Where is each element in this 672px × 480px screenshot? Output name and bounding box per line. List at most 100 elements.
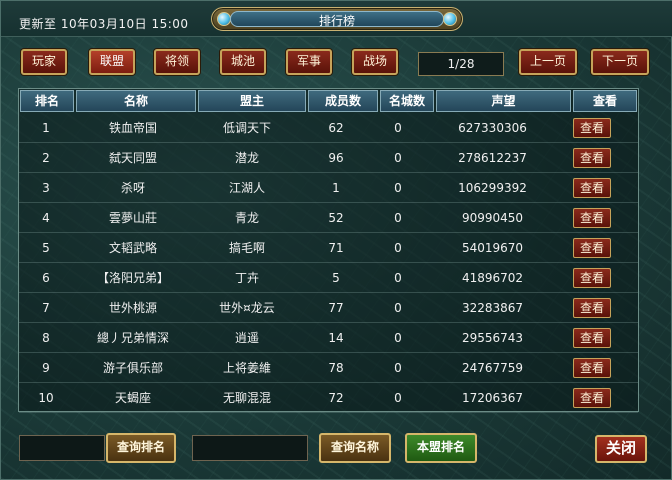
query-name-button[interactable]: 查询名称: [319, 433, 391, 463]
own-alliance-rank-button[interactable]: 本盟排名: [405, 433, 477, 463]
next-page-button[interactable]: 下一页: [591, 49, 649, 75]
cell-cities: 0: [394, 360, 402, 375]
view-button[interactable]: 查看: [573, 147, 611, 168]
cell-rank: 3: [42, 180, 50, 195]
tab-city[interactable]: 城池: [220, 49, 266, 75]
cell-name: 天蝎座: [114, 391, 151, 405]
cell-rank: 4: [42, 210, 50, 225]
view-button[interactable]: 查看: [573, 117, 611, 138]
cell-prestige: 278612237: [458, 150, 527, 165]
view-button[interactable]: 查看: [573, 177, 611, 198]
cell-name: 總丿兄弟情深: [96, 331, 169, 345]
view-button[interactable]: 查看: [573, 237, 611, 258]
cell-members: 77: [328, 300, 344, 315]
query-rank-button[interactable]: 查询排名: [106, 433, 176, 463]
table-body: 1 铁血帝国 低调天下 62 0 627330306 查看 2 弑天同盟 潜龙 96 0 2786122…: [19, 113, 638, 413]
col-header-leader: 盟主: [198, 90, 306, 112]
view-button[interactable]: 查看: [573, 267, 611, 288]
cell-name: 世外桃源: [108, 301, 157, 315]
table-row: 9 游子俱乐部 上将姜維 78 0 24767759 查看: [19, 353, 638, 383]
name-query-input[interactable]: [192, 435, 308, 461]
table-row: 7 世外桃源 世外¤龙云 77 0 32283867 查看: [19, 293, 638, 323]
cell-leader: 世外¤龙云: [219, 301, 275, 315]
cell-cities: 0: [394, 390, 402, 405]
cell-rank: 6: [42, 270, 50, 285]
cell-view: 查看: [560, 297, 624, 318]
view-button[interactable]: 查看: [573, 357, 611, 378]
table-row: 10 天蝎座 无聊混混 72 0 17206367 查看: [19, 383, 638, 413]
cell-members: 52: [328, 210, 344, 225]
cell-leader: 上将姜維: [222, 361, 271, 375]
cell-view: 查看: [560, 357, 624, 378]
tab-general[interactable]: 将领: [154, 49, 200, 75]
tab-military[interactable]: 军事: [286, 49, 332, 75]
prev-page-button[interactable]: 上一页: [519, 49, 577, 75]
cell-leader: 潜龙: [234, 151, 259, 165]
cell-prestige: 24767759: [461, 360, 524, 375]
table-row: 6 【洛阳兄弟】 丁卉 5 0 41896702 查看: [19, 263, 638, 293]
cell-rank: 9: [42, 360, 50, 375]
cell-cities: 0: [394, 270, 402, 285]
cell-prestige: 29556743: [461, 330, 524, 345]
page-indicator: 1/28: [418, 52, 504, 76]
view-button[interactable]: 查看: [573, 387, 611, 408]
cell-prestige: 627330306: [458, 120, 527, 135]
cell-leader: 丁卉: [234, 271, 259, 285]
table-row: 5 文韬武略 搞毛啊 71 0 54019670 查看: [19, 233, 638, 263]
cell-rank: 10: [38, 390, 54, 405]
cell-view: 查看: [560, 207, 624, 228]
view-button[interactable]: 查看: [573, 327, 611, 348]
table-row: 8 總丿兄弟情深 逍遥 14 0 29556743 查看: [19, 323, 638, 353]
cell-prestige: 54019670: [461, 240, 524, 255]
col-header-view: 查看: [573, 90, 637, 112]
col-header-prestige: 声望: [436, 90, 571, 112]
rank-query-input[interactable]: [19, 435, 105, 461]
col-header-cities: 名城数: [380, 90, 434, 112]
cell-members: 62: [328, 120, 344, 135]
view-button[interactable]: 查看: [573, 207, 611, 228]
cell-name: 弑天同盟: [108, 151, 157, 165]
cell-prestige: 106299392: [458, 180, 527, 195]
cell-name: 游子俱乐部: [102, 361, 163, 375]
cell-members: 14: [328, 330, 344, 345]
cell-view: 查看: [560, 177, 624, 198]
cell-leader: 无聊混混: [222, 391, 271, 405]
cell-view: 查看: [560, 387, 624, 408]
cell-members: 5: [332, 270, 340, 285]
cell-view: 查看: [560, 327, 624, 348]
cell-cities: 0: [394, 150, 402, 165]
cell-leader: 青龙: [234, 211, 259, 225]
cell-members: 1: [332, 180, 340, 195]
cell-members: 96: [328, 150, 344, 165]
cell-prestige: 41896702: [461, 270, 524, 285]
ranking-window: 更新至 10年03月10日 15:00 排行榜 玩家 联盟 将领 城池 军事 战…: [0, 0, 672, 480]
cell-cities: 0: [394, 300, 402, 315]
cell-view: 查看: [560, 117, 624, 138]
col-header-rank: 排名: [20, 90, 74, 112]
cell-leader: 低调天下: [222, 121, 271, 135]
tab-player[interactable]: 玩家: [21, 49, 67, 75]
tab-alliance[interactable]: 联盟: [89, 49, 135, 75]
title-plate: 排行榜: [211, 7, 463, 31]
cell-leader: 江湖人: [228, 181, 265, 195]
cell-name: 文韬武略: [108, 241, 157, 255]
cell-cities: 0: [394, 180, 402, 195]
cell-members: 78: [328, 360, 344, 375]
cell-leader: 逍遥: [234, 331, 259, 345]
tab-battlefield[interactable]: 战场: [352, 49, 398, 75]
table-header: 排名 名称 盟主 成员数 名城数 声望 查看: [19, 89, 638, 113]
cell-rank: 2: [42, 150, 50, 165]
table-row: 1 铁血帝国 低调天下 62 0 627330306 查看: [19, 113, 638, 143]
view-button[interactable]: 查看: [573, 297, 611, 318]
cell-members: 71: [328, 240, 344, 255]
cell-view: 查看: [560, 237, 624, 258]
window-title: 排行榜: [318, 14, 355, 28]
cell-name: 雲夢山莊: [108, 211, 157, 225]
cell-members: 72: [328, 390, 344, 405]
close-button[interactable]: 关闭: [595, 435, 647, 463]
table-row: 3 杀呀 江湖人 1 0 106299392 查看: [19, 173, 638, 203]
cell-cities: 0: [394, 210, 402, 225]
cell-rank: 1: [42, 120, 50, 135]
cell-view: 查看: [560, 267, 624, 288]
cell-prestige: 17206367: [461, 390, 524, 405]
